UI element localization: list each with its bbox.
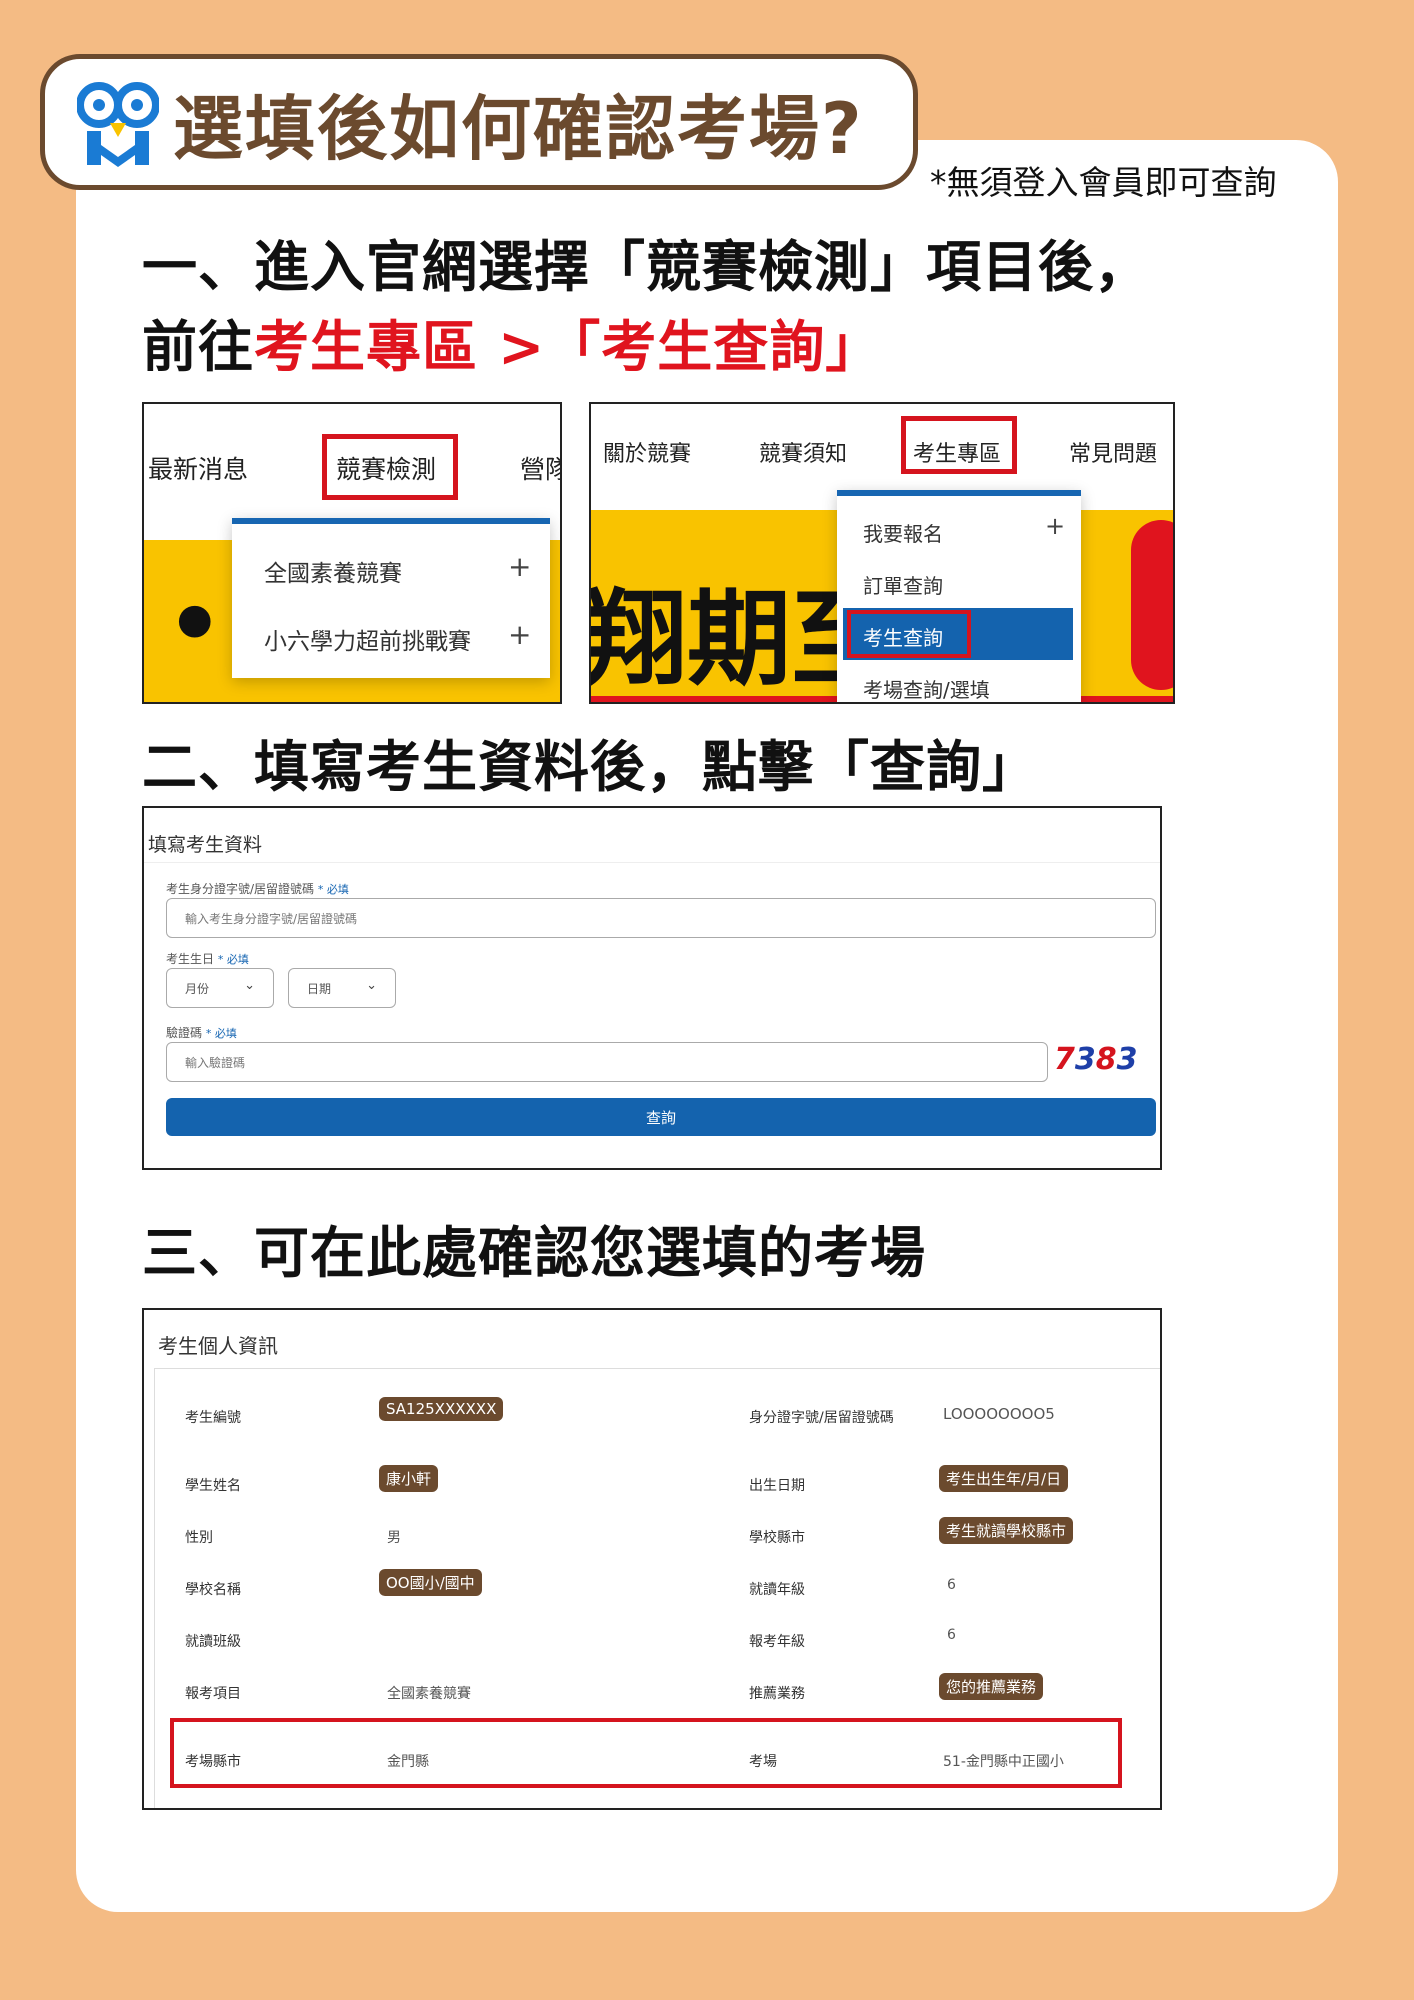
id-label: 身分證字號/居留證號碼: [749, 1410, 894, 1426]
step3-heading: 三、可在此處確認您選填的考場: [142, 1221, 927, 1285]
required-mark: * 必填: [217, 953, 249, 966]
name-value: 康小軒: [379, 1465, 439, 1492]
nav-rules[interactable]: 競賽須知: [759, 436, 847, 468]
exam-item-value: 全國素養競賽: [387, 1686, 471, 1702]
form-title: 填寫考生資料: [148, 834, 263, 856]
id-label-text: 考生身分證字號/居留證號碼: [166, 882, 315, 896]
owl-logo-icon: [77, 82, 159, 167]
nav-faq[interactable]: 常見問題: [1069, 436, 1157, 468]
expand-plus-icon[interactable]: +: [508, 618, 531, 651]
captcha-char: 3: [1116, 1042, 1138, 1077]
captcha-char: 7: [1054, 1042, 1075, 1077]
exam-grade-value: 6: [947, 1627, 956, 1643]
no-login-note: *無須登入會員即可查詢: [930, 163, 1277, 202]
grade-label: 就讀年級: [749, 1582, 805, 1598]
expand-plus-icon[interactable]: +: [508, 550, 531, 583]
step1-heading-line1: 一、進入官網選擇「競賽檢測」項目後，: [142, 235, 1151, 299]
exam-no-value: SA125XXXXXX: [379, 1397, 504, 1421]
exam-no-label: 考生編號: [185, 1410, 241, 1426]
candidate-dropdown: 我要報名 + 訂單查詢 考生查詢 考場查詢/選填: [837, 490, 1081, 702]
birth-label: 出生日期: [749, 1478, 805, 1494]
name-label: 學生姓名: [185, 1478, 241, 1494]
captcha-char: 3: [1074, 1042, 1096, 1077]
birth-value: 考生出生年/月/日: [939, 1465, 1069, 1492]
menu-item-literacy-competition[interactable]: 全國素養競賽: [264, 554, 402, 588]
school-name-value: OO國小/國中: [379, 1569, 482, 1596]
class-label: 就讀班級: [185, 1634, 241, 1650]
form-divider: [144, 862, 1160, 863]
captcha-label: 驗證碼 * 必填: [166, 1024, 237, 1041]
gender-value: 男: [387, 1530, 401, 1546]
month-select[interactable]: 月份 ⌄: [166, 968, 274, 1008]
school-county-value: 考生就讀學校縣市: [939, 1517, 1074, 1544]
step1-path: 考生專區 >「考生查詢」: [254, 315, 882, 379]
birthday-label-text: 考生生日: [166, 952, 215, 966]
screenshot-candidate-profile: 考生個人資訊 考生編號 SA125XXXXXX 身分證字號/居留證號碼 LOOO…: [142, 1308, 1162, 1810]
step1-prefix: 前往: [142, 315, 255, 379]
nav-camp[interactable]: 營隊: [520, 450, 560, 486]
nav-about[interactable]: 關於競賽: [603, 436, 691, 468]
required-mark: * 必填: [317, 883, 349, 896]
page-title: 選填後如何確認考場?: [173, 88, 864, 170]
expand-plus-icon[interactable]: +: [1045, 512, 1065, 540]
competition-dropdown: 全國素養競賽 + 小六學力超前挑戰賽 +: [232, 518, 550, 678]
step1-heading-line2: 前往考生專區 >「考生查詢」: [142, 302, 881, 382]
day-select-value: 日期: [307, 981, 332, 996]
highlight-venue-row: [170, 1718, 1122, 1788]
school-name-label: 學校名稱: [185, 1582, 241, 1598]
highlight-candidate-zone: [901, 416, 1017, 474]
captcha-input[interactable]: 輸入驗證碼: [166, 1042, 1048, 1082]
menu-item-venue-query[interactable]: 考場查詢/選填: [863, 674, 990, 702]
highlight-competition-test: [322, 434, 458, 500]
banner-dot: •: [166, 572, 224, 677]
school-county-label: 學校縣市: [749, 1530, 805, 1546]
chevron-down-icon: ⌄: [366, 978, 377, 993]
screenshot-candidate-menu: 翔期至 關於競賽 競賽須知 考生專區 常見問題 我要報名 + 訂單查詢 考生查詢…: [589, 402, 1175, 704]
menu-item-register[interactable]: 我要報名: [863, 518, 943, 547]
screenshot-competition-menu: • 最新消息 競賽檢測 營隊 全國素養競賽 + 小六學力超前挑戰賽 +: [142, 402, 562, 704]
step2-heading: 二、填寫考生資料後，點擊「查詢」: [142, 735, 1039, 799]
captcha-label-text: 驗證碼: [166, 1026, 203, 1040]
highlight-candidate-query: [847, 610, 971, 658]
captcha-image: 7383: [1054, 1042, 1138, 1077]
chevron-down-icon: ⌄: [244, 978, 255, 993]
referral-label: 推薦業務: [749, 1686, 805, 1702]
exam-item-label: 報考項目: [185, 1686, 241, 1702]
menu-item-grade6-challenge[interactable]: 小六學力超前挑戰賽: [264, 622, 471, 656]
id-input[interactable]: 輸入考生身分證字號/居留證號碼: [166, 898, 1156, 938]
title-banner: 選填後如何確認考場?: [40, 54, 918, 190]
id-value: LOOOOOOOO5: [943, 1405, 1055, 1423]
exam-grade-label: 報考年級: [749, 1634, 805, 1650]
nav-latest-news[interactable]: 最新消息: [148, 450, 248, 486]
month-select-value: 月份: [185, 981, 210, 996]
query-submit-button[interactable]: 查詢: [166, 1098, 1156, 1136]
captcha-char: 8: [1095, 1042, 1117, 1077]
grade-value: 6: [947, 1577, 956, 1593]
gender-label: 性別: [185, 1530, 213, 1546]
birthday-label: 考生生日 * 必填: [166, 950, 249, 967]
menu-item-order-query[interactable]: 訂單查詢: [863, 570, 943, 599]
banner-red-digit: [1131, 520, 1173, 690]
screenshot-query-form: 填寫考生資料 考生身分證字號/居留證號碼 * 必填 輸入考生身分證字號/居留證號…: [142, 806, 1162, 1170]
id-field-label: 考生身分證字號/居留證號碼 * 必填: [166, 880, 349, 897]
referral-value: 您的推薦業務: [939, 1673, 1044, 1700]
required-mark: * 必填: [205, 1027, 237, 1040]
profile-title: 考生個人資訊: [158, 1334, 278, 1358]
day-select[interactable]: 日期 ⌄: [288, 968, 396, 1008]
